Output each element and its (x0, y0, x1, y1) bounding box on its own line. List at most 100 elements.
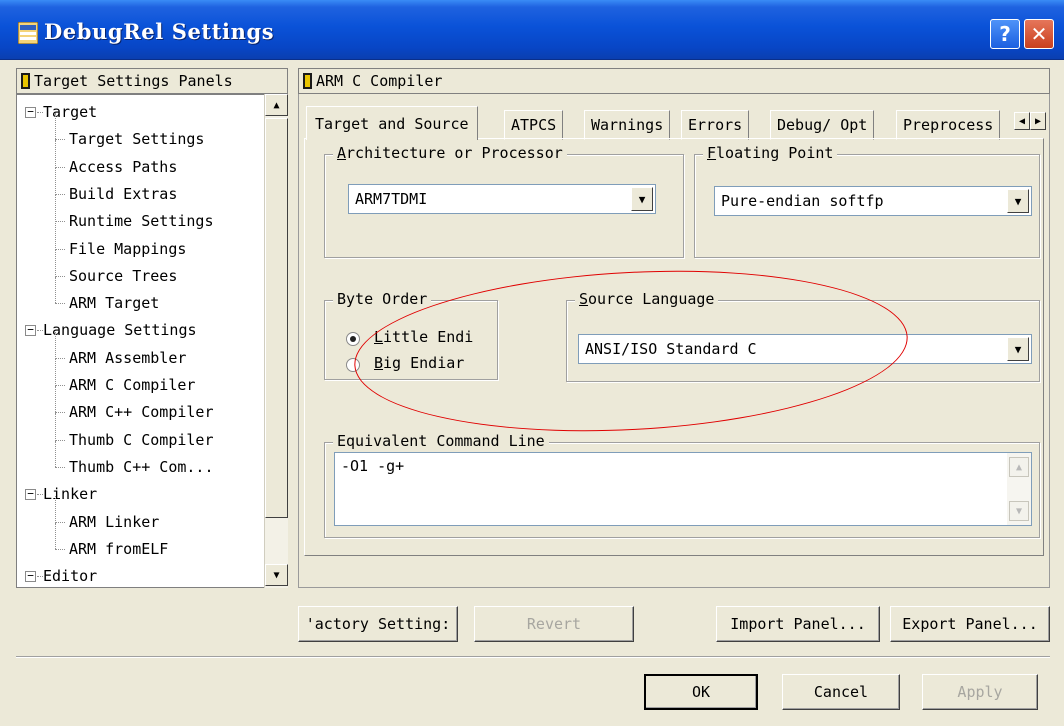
tree-item[interactable]: ARM C Compiler (69, 372, 195, 398)
apply-button: Apply (922, 674, 1038, 710)
tree-connector (37, 576, 43, 578)
tab-target-and-source[interactable]: Target and Source (306, 106, 478, 140)
tree-item[interactable]: File Mappings (69, 236, 186, 262)
chevron-down-icon[interactable]: ▼ (631, 187, 653, 211)
tree-scrollbar[interactable]: ▲ ▼ (264, 94, 288, 588)
tree-item-label: ARM Linker (69, 512, 160, 531)
tree-connector (37, 494, 43, 496)
tree-item[interactable]: Linker (43, 481, 97, 507)
tree-connector (37, 330, 43, 332)
tab-scroll-right-icon[interactable]: ▶ (1030, 112, 1046, 130)
panel-header: ARM C Compiler (298, 68, 1050, 94)
little-endian-label[interactable]: Little Endi (374, 328, 473, 346)
byte-order-legend: Byte Order (333, 290, 432, 308)
tab-preprocess[interactable]: Preprocess (896, 110, 1001, 140)
big-endian-label[interactable]: Big Endiar (374, 354, 464, 372)
separator (16, 656, 1050, 658)
tree-item[interactable]: ARM Assembler (69, 345, 186, 371)
tree-item[interactable]: ARM Target (69, 290, 159, 316)
panel-icon (21, 73, 30, 89)
tree-item-label: Linker (43, 485, 98, 504)
tree-item[interactable]: Target (43, 99, 97, 125)
tree-connector (55, 385, 65, 386)
tree-item-label: ARM fromELF (69, 539, 169, 558)
tree-item-label: Editor (43, 567, 98, 586)
tree-connector (55, 193, 65, 195)
architecture-select[interactable]: ARM7TDMI ▼ (348, 184, 656, 214)
settings-tree[interactable]: Target − Target Settings Access Paths Build … (16, 94, 288, 588)
tree-connector (55, 140, 56, 168)
scroll-up-icon[interactable]: ▲ (265, 94, 288, 116)
tree-connector (55, 521, 65, 523)
collapse-icon[interactable]: − (25, 106, 36, 118)
scroll-down-icon[interactable]: ▼ (265, 564, 288, 586)
source-language-value: ANSI/ISO Standard C (585, 340, 757, 358)
tree-item[interactable]: Language Settings (43, 317, 197, 343)
tree-connector (55, 139, 65, 141)
tab-atpcs[interactable]: ATPCS (504, 110, 564, 140)
tree-panel-header: Target Settings Panels (16, 68, 288, 94)
tree-header-label: Target Settings Panels (34, 72, 233, 90)
tree-connector (55, 439, 65, 441)
tree-item[interactable]: ARM Linker (69, 509, 159, 535)
architecture-legend: Architecture or Processor (333, 144, 567, 162)
tree-item[interactable]: Source Trees (69, 263, 177, 289)
tree-connector (55, 413, 56, 441)
tree-item-label: Access Paths (69, 157, 178, 176)
help-button[interactable]: ? (990, 19, 1020, 49)
tree-item-label: Source Trees (69, 266, 178, 285)
big-endian-radio[interactable] (346, 358, 360, 372)
tree-item[interactable]: Thumb C Compiler (69, 427, 214, 453)
tree-item[interactable]: Build Extras (69, 181, 177, 207)
tree-item-label: Build Extras (69, 184, 178, 203)
tree-connector (55, 386, 56, 414)
tree-connector (55, 221, 65, 223)
title-bar: DebugRel Settings ? ✕ (0, 0, 1064, 60)
factory-settings-button[interactable]: 'actory Setting: (298, 606, 458, 642)
revert-button: Revert (474, 606, 634, 642)
export-panel-button[interactable]: Export Panel... (890, 606, 1050, 642)
tree-item[interactable]: ARM fromELF (69, 536, 168, 562)
chevron-down-icon[interactable]: ▼ (1007, 189, 1029, 213)
floating-point-value: Pure-endian softfp (721, 192, 884, 210)
tree-connector (55, 275, 65, 277)
collapse-icon[interactable]: − (25, 324, 36, 337)
tree-item-label: Language Settings (43, 321, 197, 340)
tree-item[interactable]: Editor (43, 563, 98, 587)
tree-item[interactable]: ARM C++ Compiler (69, 399, 214, 425)
tree-item[interactable]: Access Paths (69, 154, 177, 180)
source-language-select[interactable]: ANSI/ISO Standard C ▼ (578, 334, 1032, 364)
close-button[interactable]: ✕ (1024, 19, 1054, 49)
floating-point-select[interactable]: Pure-endian softfp ▼ (714, 186, 1032, 216)
tree-connector (55, 113, 56, 141)
little-endian-radio[interactable] (346, 332, 360, 346)
collapse-icon[interactable]: − (25, 570, 36, 583)
tree-connector (55, 466, 65, 468)
tab-scroll-left-icon[interactable]: ◀ (1014, 112, 1030, 130)
tree-item-label: Runtime Settings (69, 212, 214, 231)
tab-debug-opt[interactable]: Debug/ Opt (770, 110, 875, 140)
window-title: DebugRel Settings (44, 19, 275, 44)
tree-connector (55, 522, 56, 549)
tab-warnings[interactable]: Warnings (584, 110, 671, 140)
tree-connector (55, 167, 56, 196)
collapse-icon[interactable]: − (25, 488, 36, 501)
cancel-button[interactable]: Cancel (782, 674, 900, 710)
tree-connector (55, 303, 65, 305)
scroll-thumb[interactable] (265, 118, 288, 518)
tree-item[interactable]: Runtime Settings (69, 208, 214, 234)
tab-errors[interactable]: Errors (681, 110, 750, 140)
architecture-value: ARM7TDMI (355, 190, 428, 208)
source-language-legend: Source Language (575, 290, 719, 308)
ok-button[interactable]: OK (644, 674, 758, 710)
tree-item-label: ARM C Compiler (69, 376, 196, 394)
chevron-down-icon[interactable]: ▼ (1007, 337, 1029, 361)
panel-icon (303, 73, 312, 89)
tree-item-label: ARM C++ Compiler (69, 403, 214, 422)
scroll-up-icon: ▲ (1009, 457, 1029, 477)
import-panel-button[interactable]: Import Panel... (716, 606, 880, 642)
tree-item[interactable]: Thumb C++ Com... (69, 454, 214, 480)
tree-item-label: ARM Target (69, 294, 160, 313)
tree-item[interactable]: Target Settings (69, 126, 204, 152)
command-line-field[interactable]: -O1 -g+ ▲ ▼ (334, 452, 1032, 526)
